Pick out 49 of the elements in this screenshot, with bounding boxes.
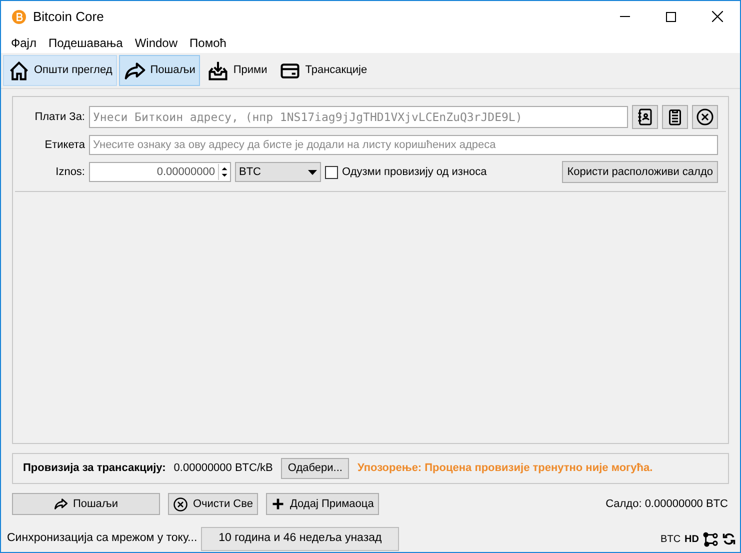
curved-arrow-icon (124, 60, 146, 82)
choose-fee-button[interactable]: Одабери... (280, 458, 350, 479)
label-field[interactable]: Унесите ознаку за ову адресу да бисте је додали на листу коришћених адреса (89, 135, 718, 155)
sync-icon (722, 532, 736, 546)
clear-icon (173, 496, 188, 512)
home-icon (8, 60, 30, 82)
checkbox-label: Одузми провизију од износа (342, 164, 487, 180)
field-label: Плати За: (34, 110, 85, 125)
window-title: Bitcoin Core (33, 8, 104, 26)
curved-arrow-icon (54, 497, 68, 511)
spin-arrows-icon (218, 164, 230, 180)
sync-status: Синхронизација са мрежом у току... (7, 531, 198, 546)
menu-item[interactable]: Помоћ (184, 34, 232, 52)
hd-label: HD (684, 532, 699, 546)
balance-text: Салдо: 0.00000000 BTC (606, 496, 728, 512)
subtract-fee-checkbox[interactable] (325, 166, 338, 178)
field-label: Етикета (44, 138, 85, 153)
menu-item[interactable]: Фајл (5, 34, 42, 52)
unit-label: BTC (660, 532, 681, 546)
address-book-icon (636, 108, 654, 126)
action-button[interactable]: Пошаљи (12, 493, 160, 515)
action-button[interactable]: Очисти Све (168, 493, 258, 515)
toolbar-tab[interactable]: Прими (202, 55, 272, 86)
close-icon (712, 11, 722, 22)
toolbar-tab[interactable]: Општи преглед (3, 55, 118, 86)
unit-dropdown[interactable]: BTC (235, 162, 321, 182)
inbox-download-icon (207, 60, 230, 82)
clear-button[interactable] (692, 105, 718, 129)
clear-icon (696, 108, 714, 126)
plus-icon (270, 497, 285, 511)
toolbar-tab[interactable]: Пошаљи (119, 55, 200, 86)
sync-progress-bar: 10 година и 46 недеља уназад (201, 527, 400, 551)
use-balance-button[interactable]: Користи расположиви салдо (562, 161, 718, 183)
dropdown-arrow-icon (308, 170, 317, 174)
bitcoin-logo-icon (12, 10, 26, 24)
menu-item[interactable]: Подешавања (42, 34, 129, 52)
action-button[interactable]: Додај Примаоца (266, 493, 379, 515)
paste-button[interactable] (662, 105, 688, 129)
address-field[interactable]: Унеси Биткоин адресу, (нпр 1NS17iag9jJgTHD1VXjvLCEnZuQ3rJDE9L) (89, 106, 628, 128)
address-book-button[interactable] (632, 105, 658, 129)
fee-label: Провизија за трансакцију: (23, 461, 166, 476)
clipboard-icon (666, 108, 684, 126)
field-label: Iznos: (54, 164, 85, 180)
amount-spinbox[interactable]: 0.00000000 (89, 162, 231, 182)
network-icon (703, 532, 718, 546)
toolbar-tab[interactable]: Трансакције (274, 55, 372, 86)
fee-value: 0.00000000 BTC/kB (174, 461, 273, 476)
fee-warning: Упозорење: Процена провизије тренутно није могућа. (357, 461, 653, 476)
menu-item[interactable]: Window (128, 34, 184, 52)
